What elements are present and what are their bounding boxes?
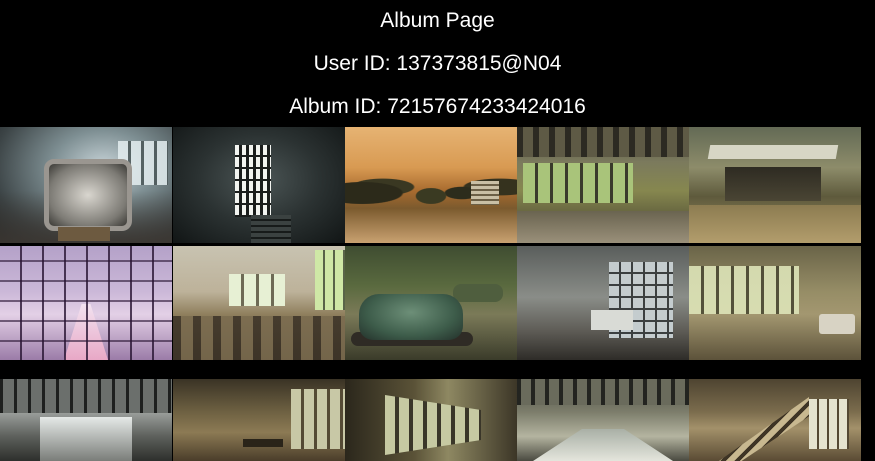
photo-pink-steel-frame-image [0, 246, 172, 360]
photo-thumbnail[interactable] [345, 127, 517, 243]
photo-tiled-room-sink-image [517, 246, 689, 360]
album-page-title: Album Page [380, 9, 495, 32]
photo-thumbnail[interactable] [345, 379, 517, 461]
photo-greenhouse-hall-image [517, 127, 689, 243]
photo-staircase-hall-image [689, 379, 861, 461]
photo-thumbnail[interactable] [345, 246, 517, 360]
photo-thumbnail[interactable] [689, 127, 861, 243]
photo-city-square-trees-image [345, 127, 517, 243]
photo-thumbnail[interactable] [689, 246, 861, 360]
photo-thumbnail[interactable] [0, 246, 172, 360]
photo-bumper-car-image [345, 246, 517, 360]
album-id-label: Album ID: 72157674233424016 [289, 95, 586, 118]
photo-long-corridor-image [345, 379, 517, 461]
photo-thumbnail[interactable] [173, 127, 345, 243]
photo-hospital-ward-beds-image [173, 246, 345, 360]
photo-overgrown-room-tub-image [689, 246, 861, 360]
photo-thumbnail[interactable] [0, 127, 172, 243]
photo-thumbnail[interactable] [173, 379, 345, 461]
photo-industrial-hall-image [0, 379, 172, 461]
photo-thumbnail[interactable] [689, 379, 861, 461]
photo-dark-doorway-image [173, 127, 345, 243]
photo-thumbnail[interactable] [517, 379, 689, 461]
photo-grid [0, 127, 875, 461]
photo-thumbnail[interactable] [0, 379, 172, 461]
photo-thumbnail[interactable] [517, 127, 689, 243]
photo-thumbnail[interactable] [173, 246, 345, 360]
photo-thumbnail[interactable] [517, 246, 689, 360]
photo-dim-room-table-image [173, 379, 345, 461]
user-id-label: User ID: 137373815@N04 [313, 52, 562, 75]
photo-amusement-stage-image [689, 127, 861, 243]
photo-empty-pool-hall-image [517, 379, 689, 461]
photo-classroom-tv-image [0, 127, 172, 243]
